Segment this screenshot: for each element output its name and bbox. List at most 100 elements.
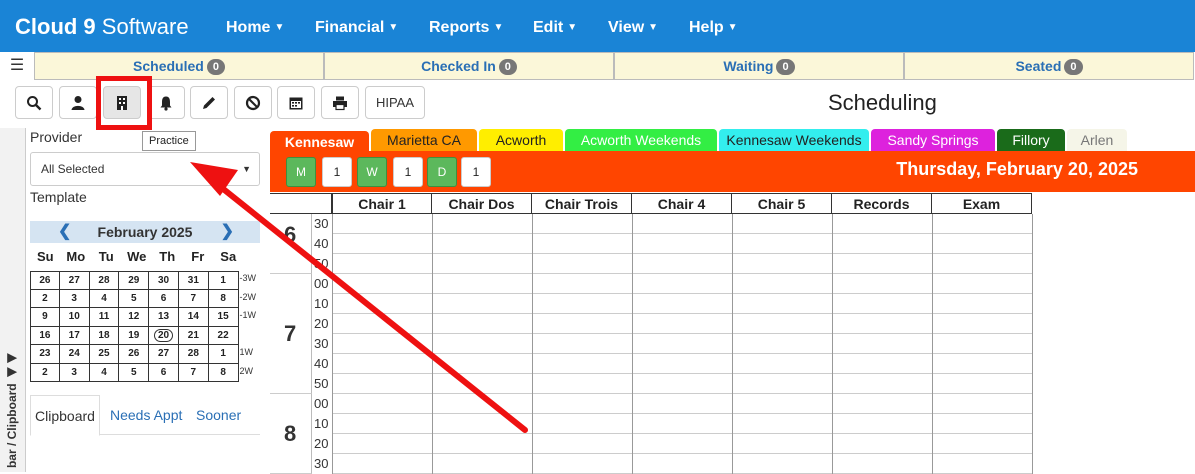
location-tab[interactable]: Acworth Weekends — [565, 129, 717, 151]
calendar-day[interactable]: 23 — [30, 345, 60, 364]
calendar-day[interactable]: 31 — [178, 271, 209, 290]
time-slot-row[interactable] — [332, 314, 1032, 334]
nav-home[interactable]: Home ▼ — [226, 19, 284, 37]
time-slot-row[interactable] — [332, 214, 1032, 234]
calendar-day[interactable]: 24 — [59, 345, 90, 364]
location-tab[interactable]: Fillory — [997, 129, 1065, 151]
calendar-day[interactable]: 22 — [208, 326, 239, 345]
provider-select[interactable]: All Selected ▼ — [30, 152, 260, 186]
week-offset-label[interactable]: 1W — [239, 345, 260, 364]
brand-logo[interactable]: Cloud 9 Software — [15, 14, 189, 40]
calendar-day[interactable]: 29 — [119, 271, 150, 290]
tab-needs-appt[interactable]: Needs Appt — [110, 395, 182, 436]
column-header[interactable]: Chair 4 — [632, 193, 732, 214]
hipaa-button[interactable]: HIPAA — [365, 86, 425, 119]
calendar-day[interactable]: 14 — [178, 308, 209, 327]
calendar-button[interactable] — [277, 86, 315, 119]
calendar-day[interactable]: 3 — [59, 363, 90, 382]
time-slot-row[interactable] — [332, 454, 1032, 474]
location-tab[interactable]: Kennesaw — [270, 131, 369, 153]
calendar-day[interactable]: 11 — [89, 308, 120, 327]
calendar-day[interactable]: 12 — [119, 308, 150, 327]
time-slot-row[interactable] — [332, 334, 1032, 354]
calendar-day[interactable]: 21 — [178, 326, 209, 345]
column-header[interactable]: Chair Trois — [532, 193, 632, 214]
week-offset-label[interactable]: -1W — [239, 308, 260, 327]
time-slot-row[interactable] — [332, 254, 1032, 274]
calendar-day[interactable]: 2 — [30, 289, 60, 308]
time-slot-row[interactable] — [332, 414, 1032, 434]
location-tab[interactable]: Acworth — [479, 129, 563, 151]
calendar-day[interactable]: 27 — [59, 271, 90, 290]
calendar-day[interactable]: 30 — [149, 271, 179, 290]
nav-view[interactable]: View ▼ — [608, 19, 658, 37]
column-header[interactable]: Records — [832, 193, 932, 214]
tab-sooner[interactable]: Sooner — [196, 395, 241, 436]
nav-financial[interactable]: Financial ▼ — [315, 19, 398, 37]
column-header[interactable]: Exam — [932, 193, 1032, 214]
location-tab[interactable]: Kennesaw Weekends — [719, 129, 869, 151]
week-offset-label[interactable]: -3W — [239, 271, 260, 290]
status-checked-in[interactable]: Checked In 0 — [324, 52, 614, 80]
time-slot-row[interactable] — [332, 394, 1032, 414]
time-slot-row[interactable] — [332, 374, 1032, 394]
alerts-button[interactable] — [147, 86, 185, 119]
column-header[interactable]: Chair 5 — [732, 193, 832, 214]
nav-reports[interactable]: Reports ▼ — [429, 19, 503, 37]
calendar-day[interactable]: 17 — [59, 326, 90, 345]
calendar-day[interactable]: 4 — [89, 363, 120, 382]
calendar-day[interactable]: 7 — [178, 289, 209, 308]
calendar-day[interactable]: 13 — [149, 308, 179, 327]
calendar-day[interactable]: 2 — [30, 363, 60, 382]
calendar-day[interactable]: 10 — [59, 308, 90, 327]
week-offset-label[interactable]: -2W — [239, 290, 260, 309]
calendar-day[interactable]: 5 — [119, 289, 150, 308]
location-tab[interactable]: Sandy Springs — [871, 129, 995, 151]
calendar-day[interactable]: 8 — [208, 363, 239, 382]
column-header[interactable]: Chair Dos — [432, 193, 532, 214]
calendar-day[interactable]: 8 — [208, 289, 239, 308]
calendar-day[interactable]: 1 — [208, 271, 239, 290]
time-slot-row[interactable] — [332, 274, 1032, 294]
calendar-day[interactable]: 18 — [89, 326, 120, 345]
edit-button[interactable] — [190, 86, 228, 119]
time-slot-row[interactable] — [332, 354, 1032, 374]
chip-d[interactable]: D — [427, 157, 457, 187]
calendar-day[interactable]: 25 — [89, 345, 120, 364]
calendar-day[interactable]: 26 — [119, 345, 150, 364]
status-scheduled[interactable]: Scheduled 0 — [34, 52, 324, 80]
tab-clipboard[interactable]: Clipboard — [30, 395, 100, 436]
nav-edit[interactable]: Edit ▼ — [533, 19, 577, 37]
calendar-day[interactable]: 15 — [208, 308, 239, 327]
calendar-day[interactable]: 6 — [149, 289, 179, 308]
chip-w[interactable]: W — [357, 157, 387, 187]
sidebar-clipboard-tab[interactable]: bar / Clipboard ◀◀ — [0, 128, 26, 472]
calendar-day[interactable]: 26 — [30, 271, 60, 290]
calendar-day[interactable]: 28 — [89, 271, 120, 290]
chip-m[interactable]: M — [286, 157, 316, 187]
calendar-day[interactable]: 4 — [89, 289, 120, 308]
calendar-day[interactable]: 7 — [178, 363, 209, 382]
calendar-day[interactable]: 20 — [149, 326, 179, 345]
calendar-day[interactable]: 5 — [119, 363, 150, 382]
calendar-day[interactable]: 1 — [208, 345, 239, 364]
time-slot-row[interactable] — [332, 234, 1032, 254]
patient-button[interactable] — [59, 86, 97, 119]
calendar-day[interactable]: 3 — [59, 289, 90, 308]
calendar-day[interactable]: 27 — [149, 345, 179, 364]
calendar-day[interactable]: 16 — [30, 326, 60, 345]
calendar-day[interactable]: 6 — [149, 363, 179, 382]
search-button[interactable] — [15, 86, 53, 119]
calendar-day[interactable]: 9 — [30, 308, 60, 327]
column-header[interactable]: Chair 1 — [332, 193, 432, 214]
chevron-left-icon[interactable]: ❮ — [58, 221, 71, 243]
status-seated[interactable]: Seated 0 — [904, 52, 1194, 80]
calendar-day[interactable]: 19 — [119, 326, 150, 345]
time-slot-row[interactable] — [332, 434, 1032, 454]
hamburger-menu-icon[interactable]: ☰ — [0, 52, 34, 80]
location-tab[interactable]: Arlen — [1067, 129, 1127, 151]
week-offset-label[interactable]: 2W — [239, 364, 260, 383]
chevron-right-icon[interactable]: ❯ — [221, 221, 234, 243]
cancel-button[interactable] — [234, 86, 272, 119]
location-tab[interactable]: Marietta CA — [371, 129, 477, 151]
